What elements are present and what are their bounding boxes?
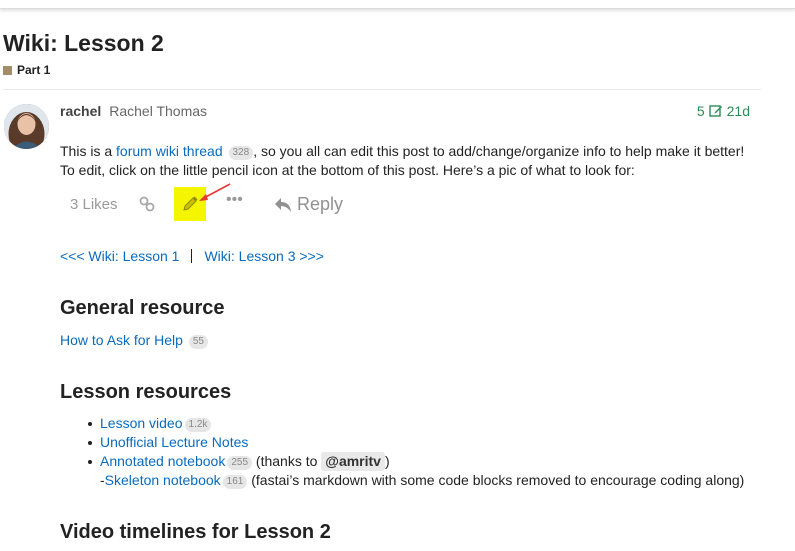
- lesson-resources-heading: Lesson resources: [60, 381, 232, 403]
- link-icon: [139, 196, 155, 212]
- list-item-sub: -Skeleton notebook 161 (fastai’s markdown…: [100, 471, 780, 490]
- intro-text: This is a: [60, 143, 117, 159]
- category-label: Part 1: [17, 63, 51, 77]
- video-timelines-heading: Video timelines for Lesson 2: [60, 521, 331, 543]
- annotated-notebook-link[interactable]: Annotated notebook: [100, 453, 225, 469]
- category-badge[interactable]: Part 1: [3, 63, 50, 77]
- forum-wiki-thread-link[interactable]: forum wiki thread: [116, 143, 223, 159]
- list-item: Annotated notebook 255 (thanks to @amritv…: [88, 452, 780, 471]
- lesson-video-link[interactable]: Lesson video: [100, 415, 183, 431]
- nav-separator: [191, 249, 193, 263]
- thanks-text: (thanks to: [255, 453, 318, 469]
- page-title: Wiki: Lesson 2: [3, 30, 164, 56]
- top-header-bar: [0, 0, 795, 9]
- list-item: Lesson video 1.2k: [88, 414, 780, 433]
- post-actions-image: 3 Likes ••• Reply: [60, 183, 360, 221]
- thanks-close: ): [384, 453, 390, 469]
- post-meta: 5 21d: [697, 103, 750, 119]
- next-lesson-link[interactable]: Wiki: Lesson 3 >>>: [204, 248, 323, 264]
- likes-count: 3 Likes: [70, 196, 118, 213]
- reply-action: Reply: [274, 194, 343, 215]
- reply-label: Reply: [297, 194, 344, 214]
- lecture-notes-link[interactable]: Unofficial Lecture Notes: [100, 434, 248, 450]
- post-age[interactable]: 21d: [727, 103, 750, 119]
- link-click-count: 255: [227, 456, 253, 470]
- how-to-ask-for-help-link[interactable]: How to Ask for Help: [60, 332, 183, 348]
- reply-icon: [275, 197, 291, 212]
- skeleton-description: (fastai’s markdown with some code blocks…: [251, 472, 745, 488]
- general-resource-item: How to Ask for Help 55: [60, 332, 208, 349]
- link-click-count: 1.2k: [184, 418, 212, 432]
- link-click-count: 161: [222, 475, 248, 489]
- category-color-square: [3, 65, 12, 75]
- lesson-navigation: <<< Wiki: Lesson 1 Wiki: Lesson 3 >>>: [60, 248, 324, 264]
- skeleton-notebook-link[interactable]: Skeleton notebook: [105, 472, 221, 488]
- link-click-count: 55: [188, 335, 208, 349]
- username-link[interactable]: rachel: [60, 103, 101, 119]
- general-resource-heading: General resource: [60, 297, 225, 319]
- list-item: Unofficial Lecture Notes: [88, 433, 780, 452]
- edit-count[interactable]: 5: [697, 103, 705, 119]
- intro-text-continued: , so you all can edit this post to add/c…: [253, 143, 745, 159]
- full-name: Rachel Thomas: [109, 103, 208, 119]
- avatar[interactable]: [4, 104, 49, 149]
- link-click-count: 328: [228, 146, 254, 160]
- more-icon: •••: [226, 191, 243, 208]
- title-divider: [3, 89, 761, 90]
- intro-line-2: To edit, click on the little pencil icon…: [60, 162, 635, 178]
- edit-history-icon[interactable]: [708, 104, 723, 118]
- user-mention[interactable]: @amritv: [321, 452, 385, 471]
- lesson-resources-list: Lesson video 1.2k Unofficial Lecture Note…: [88, 414, 780, 490]
- post-author: rachel Rachel Thomas: [60, 103, 207, 119]
- prev-lesson-link[interactable]: <<< Wiki: Lesson 1: [60, 248, 179, 264]
- post-body: This is a forum wiki thread 328, so you …: [60, 142, 760, 180]
